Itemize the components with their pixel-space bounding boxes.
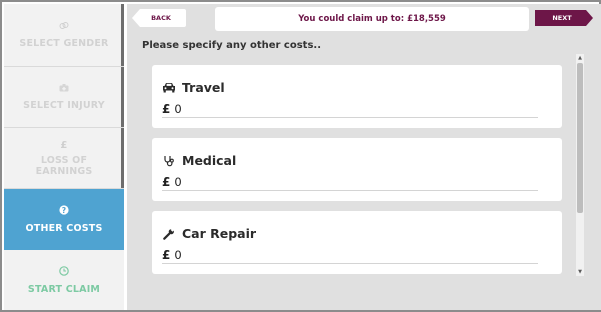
currency-symbol: £ [162,175,171,189]
sidebar-item-select-injury[interactable]: SELECT INJURY [4,67,124,128]
sidebar-item-loss-of-earnings[interactable]: £ LOSS OF EARNINGS [4,128,124,189]
pound-icon: £ [60,139,68,151]
cost-card-header: Travel [162,80,225,95]
currency-symbol: £ [162,102,171,116]
sidebar-item-label: OTHER COSTS [25,222,103,234]
travel-cost-input[interactable] [174,102,495,116]
stethoscope-icon [162,155,176,167]
wrench-icon [162,227,176,240]
sidebar-item-label: START CLAIM [27,283,101,295]
sidebar-item-other-costs[interactable]: ? OTHER COSTS [4,189,124,250]
sidebar-item-start-claim[interactable]: START CLAIM [4,250,124,310]
scroll-up-arrow-icon[interactable]: ▲ [576,54,584,62]
cost-input-row: £ [162,247,538,264]
back-button[interactable]: BACK [132,9,186,27]
cost-card-medical: Medical £ [152,138,562,201]
sidebar-item-label: LOSS OF EARNINGS [35,154,93,177]
cost-card-car-repair: Car Repair £ [152,211,562,274]
cost-card-header: Medical [162,153,236,168]
gender-icon [59,21,69,34]
sidebar-item-label: SELECT GENDER [19,38,109,49]
page-prompt: Please specify any other costs.. [142,40,322,51]
question-icon: ? [59,204,69,219]
sidebar-item-select-gender[interactable]: SELECT GENDER [4,4,124,67]
injury-icon [59,83,69,96]
cost-card-title: Car Repair [182,226,257,241]
cost-card-title: Medical [182,153,237,168]
claim-amount-banner: You could claim up to: £18,559 [215,7,529,31]
car-repair-cost-input[interactable] [174,248,495,262]
cost-card-travel: Travel £ [152,65,562,128]
cost-input-row: £ [162,101,538,118]
app-frame: SELECT GENDER SELECT INJURY £ LOSS OF EA… [0,0,601,312]
svg-text:?: ? [62,205,67,214]
next-button[interactable]: NEXT [535,10,593,26]
cost-card-title: Travel [182,80,225,95]
sidebar: SELECT GENDER SELECT INJURY £ LOSS OF EA… [4,4,124,310]
car-icon [162,82,176,94]
currency-symbol: £ [162,248,171,262]
cost-card-header: Car Repair [162,226,256,241]
scrollbar[interactable]: ▲ ▼ [576,54,584,276]
scroll-down-arrow-icon[interactable]: ▼ [576,268,584,276]
medical-cost-input[interactable] [174,175,495,189]
scroll-thumb[interactable] [577,63,583,213]
clock-icon [59,265,69,280]
main-panel: BACK You could claim up to: £18,559 NEXT… [127,4,601,310]
sidebar-item-label: SELECT INJURY [23,99,105,111]
cost-input-row: £ [162,174,538,191]
